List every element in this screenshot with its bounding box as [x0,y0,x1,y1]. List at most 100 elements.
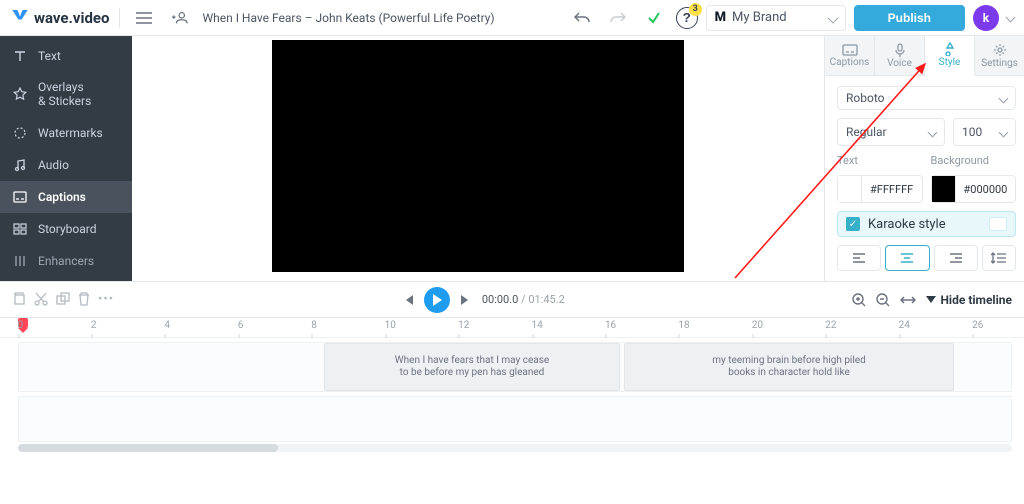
project-title: When I Have Fears – John Keats (Powerful… [202,11,494,25]
brand-select[interactable]: M My Brand [706,5,846,31]
font-size-select[interactable]: 100 [953,118,1016,146]
delete-icon[interactable] [78,292,90,307]
video-track[interactable] [18,396,1012,442]
caption-clip[interactable]: When I have fears that I may cease to be… [324,343,620,391]
sidebar-item-label: Captions [38,190,86,204]
ruler-tick: 2 [91,320,92,331]
tab-captions[interactable]: Captions [825,36,875,75]
timeline-view-tools: Hide timeline [852,293,1012,307]
playback-controls: 00:00.0 / 01:45.2 [402,287,565,313]
align-center-button[interactable] [885,245,929,271]
karaoke-color-swatch[interactable] [989,217,1007,231]
more-icon[interactable]: ••• [98,292,114,307]
ruler-tick: 18 [678,320,679,331]
text-icon [12,48,28,64]
ruler-tick: 12 [458,320,459,331]
ruler-tick: 4 [164,320,165,331]
video-preview[interactable] [272,40,684,272]
scrollbar-thumb[interactable] [18,444,278,452]
cut-icon[interactable] [34,292,48,307]
ruler-tick: 24 [899,320,900,331]
watermark-icon [12,125,28,141]
style-panel: Captions Voice Style Settings Roboto Reg… [824,36,1024,281]
next-frame-button[interactable] [460,294,472,306]
font-family-select[interactable]: Roboto [837,86,1016,110]
chevron-down-icon [999,127,1009,137]
sidebar-item-label: Watermarks [38,126,103,140]
brand-label: My Brand [732,10,787,25]
chevron-down-icon[interactable] [1006,13,1016,23]
line-spacing-button[interactable] [982,245,1016,271]
bg-color-input[interactable]: #000000 [931,175,1017,203]
tab-style[interactable]: Style [925,36,975,76]
brand-prefix: M [715,10,726,25]
timeline-toolbar: ••• 00:00.0 / 01:45.2 Hide timeline [0,282,1024,318]
ruler-tick: 26 [972,320,973,331]
font-weight-select[interactable]: Regular [837,118,945,146]
user-avatar[interactable]: k [973,5,999,31]
ruler-tick: 10 [385,320,386,331]
sidebar-item-label: Storyboard [38,222,96,236]
captions-icon [12,189,28,205]
bg-color-label: Background [931,154,1017,167]
style-panel-body: Roboto Regular 100 Text Background #FFFF… [825,76,1024,281]
wave-logo-icon [10,8,30,28]
zoom-out-icon[interactable] [876,293,890,307]
check-icon: ✓ [846,217,860,231]
ruler-tick: 6 [238,320,239,331]
redo-button[interactable] [604,4,632,32]
chevron-down-icon [928,127,938,137]
sidebar-item-captions[interactable]: Captions [0,181,132,213]
logo[interactable]: wave.video [10,8,109,28]
panel-tabs: Captions Voice Style Settings [825,36,1024,76]
play-button[interactable] [424,287,450,313]
music-icon [12,157,28,173]
logo-text: wave.video [34,9,109,27]
sliders-icon [12,253,28,269]
sidebar-item-watermarks[interactable]: Watermarks [0,117,132,149]
ruler-tick: 14 [532,320,533,331]
clip-tools: ••• [12,292,114,307]
publish-button[interactable]: Publish [854,5,965,31]
add-user-icon[interactable] [166,4,194,32]
align-right-button[interactable] [934,245,978,271]
ruler-tick: 0 [18,320,19,331]
sidebar-item-overlays[interactable]: Overlays & Stickers [0,72,132,117]
copy-icon[interactable] [12,292,26,307]
caption-clip[interactable]: my teeming brain before high piled books… [624,343,954,391]
sidebar-item-audio[interactable]: Audio [0,149,132,181]
divider [119,8,120,28]
sidebar-item-label: Audio [38,158,69,172]
help-button[interactable]: ? 3 [676,7,698,29]
ruler-tick: 20 [752,320,753,331]
sidebar-item-text[interactable]: Text [0,40,132,72]
sidebar-item-enhancers[interactable]: Enhancers [0,245,132,269]
star-icon [12,86,28,102]
top-bar: wave.video When I Have Fears – John Keat… [0,0,1024,36]
undo-button[interactable] [568,4,596,32]
sidebar-item-storyboard[interactable]: Storyboard [0,213,132,245]
duplicate-icon[interactable] [56,292,70,307]
chevron-down-icon [999,93,1009,103]
text-color-input[interactable]: #FFFFFF [837,175,923,203]
horizontal-scrollbar[interactable] [18,444,1012,452]
hide-timeline-button[interactable]: Hide timeline [926,293,1012,307]
ruler-tick: 16 [605,320,606,331]
storyboard-icon [12,221,28,237]
color-swatch-black [932,176,956,202]
prev-frame-button[interactable] [402,294,414,306]
hamburger-menu-icon[interactable] [130,4,158,32]
caption-track[interactable]: When I have fears that I may cease to be… [18,342,1012,392]
tab-settings[interactable]: Settings [975,36,1024,75]
align-left-button[interactable] [837,245,881,271]
timeline-tracks: When I have fears that I may cease to be… [0,338,1024,458]
color-swatch-white [838,176,862,202]
timeline-ruler[interactable]: 02468101214161820222426 [0,318,1024,338]
canvas-area [132,36,824,281]
karaoke-style-toggle[interactable]: ✓ Karaoke style [837,211,1016,237]
tab-voice[interactable]: Voice [875,36,925,75]
help-badge: 3 [689,3,702,16]
fit-width-icon[interactable] [900,295,916,305]
main-row: Text Overlays & Stickers Watermarks Audi… [0,36,1024,282]
zoom-in-icon[interactable] [852,293,866,307]
